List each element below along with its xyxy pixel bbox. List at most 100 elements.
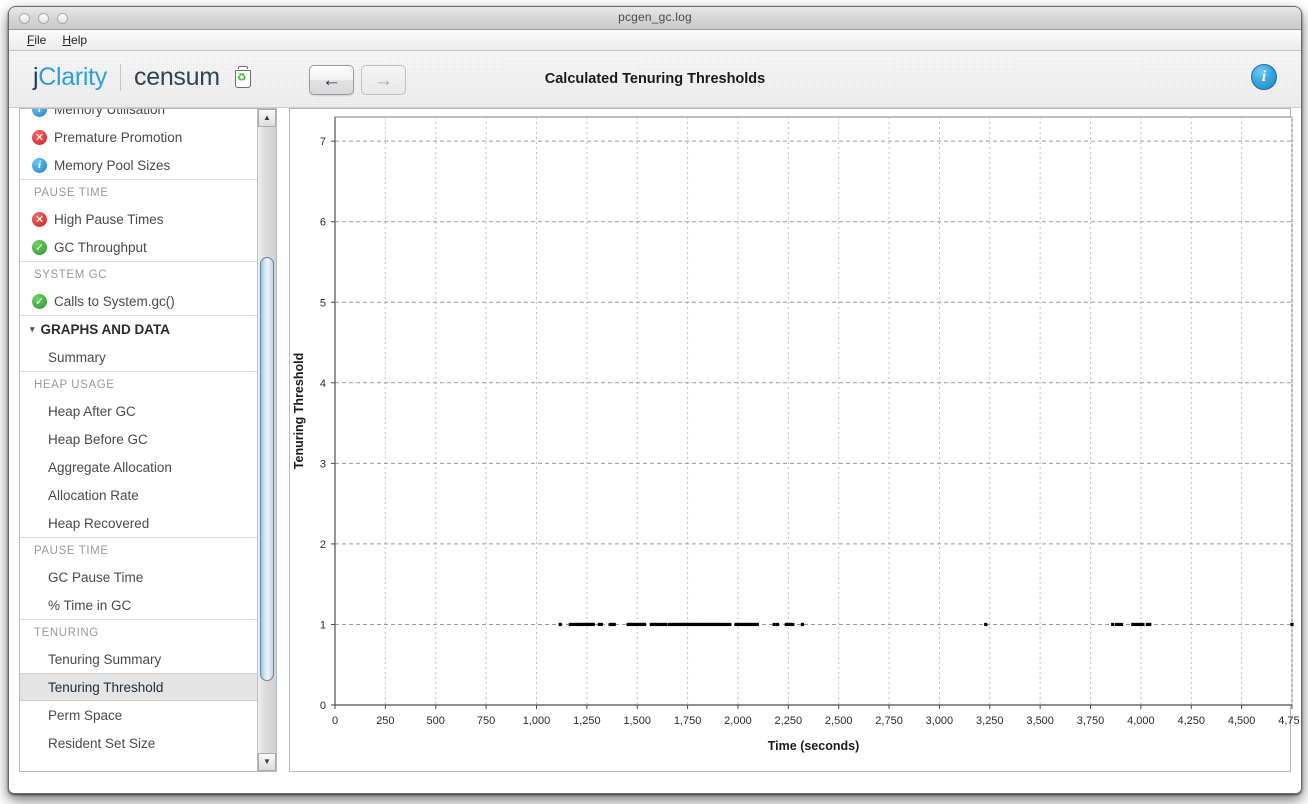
sidebar-item-resident-set-size[interactable]: Resident Set Size [20, 729, 258, 757]
chevron-down-icon: ▾ [30, 324, 35, 334]
x-tick-label: 4,250 [1177, 715, 1205, 727]
sidebar-item--time-in-gc[interactable]: % Time in GC [20, 591, 258, 619]
sidebar-item-heap-recovered[interactable]: Heap Recovered [20, 509, 258, 537]
data-point [642, 622, 647, 627]
tenuring-threshold-scatter-chart: 0 1 2 3 4 5 6 7 0 250 500 750 1,000 1,250 1,500 1,750 2,… [292, 116, 1300, 753]
sidebar-item-summary[interactable]: Summary [20, 343, 258, 371]
data-point [1141, 622, 1145, 627]
data-point [984, 622, 988, 627]
x-tick-label: 2,750 [875, 715, 903, 727]
data-point [772, 622, 776, 627]
x-tick-label: 250 [376, 715, 394, 727]
sidebar-section-label: TENURING [34, 626, 99, 639]
sidebar-group-label: GRAPHS AND DATA [40, 322, 171, 337]
x-tick-label: 2,250 [775, 715, 803, 727]
data-point [1148, 622, 1152, 627]
sidebar-section-heap-usage: HEAP USAGE [20, 371, 258, 397]
sidebar-item-memory-utilisation[interactable]: i Memory Utilisation [20, 109, 258, 123]
data-point [800, 622, 805, 627]
y-tick-label: 4 [320, 378, 326, 390]
data-point [591, 622, 595, 627]
sidebar-item-label: Heap Before GC [48, 431, 148, 447]
sidebar-item-gc-pause-time[interactable]: GC Pause Time [20, 563, 258, 591]
info-icon[interactable]: i [1251, 64, 1277, 90]
sidebar-item-label: GC Throughput [54, 239, 147, 255]
sidebar-section-tenuring: TENURING [20, 619, 258, 645]
caret-up-icon: ▲ [263, 113, 271, 122]
x-tick-label: 1,000 [523, 715, 551, 727]
y-tick-label: 0 [320, 700, 326, 712]
y-tick-label: 2 [320, 539, 326, 551]
sidebar-item-allocation-rate[interactable]: Allocation Rate [20, 481, 258, 509]
sidebar-section-pause-time: PAUSE TIME [20, 537, 258, 563]
x-tick-label: 750 [477, 715, 495, 727]
check-icon: ✓ [32, 239, 47, 255]
sidebar: i Memory Utilisation ✕ Premature Promotion i… [19, 108, 277, 772]
scrollbar-thumb[interactable] [260, 257, 274, 681]
data-point [728, 622, 732, 627]
sidebar-item-gc-throughput[interactable]: ✓ GC Throughput [20, 233, 258, 261]
menu-help[interactable]: Help [62, 33, 87, 47]
data-point [1290, 622, 1294, 627]
sidebar-item-tenuring-summary[interactable]: Tenuring Summary [20, 645, 258, 673]
sidebar-scrollbar[interactable]: ▲ ▼ [257, 109, 276, 771]
x-tick-label: 4,500 [1228, 715, 1256, 727]
app-toolbar: jClarity censum ♻ ← → Calculated Tenurin… [9, 51, 1301, 108]
x-tick-label: 3,750 [1077, 715, 1105, 727]
data-point [612, 622, 616, 627]
x-tick-label: 3,250 [976, 715, 1004, 727]
sidebar-item-aggregate-allocation[interactable]: Aggregate Allocation [20, 453, 258, 481]
sidebar-section-label: HEAP USAGE [34, 378, 115, 391]
data-point [558, 622, 562, 627]
sidebar-item-label: % Time in GC [48, 597, 132, 613]
sidebar-item-tenuring-threshold[interactable]: Tenuring Threshold [20, 673, 258, 701]
sidebar-item-label: Calls to System.gc() [54, 293, 175, 309]
data-point [570, 622, 574, 627]
x-tick-label: 1,250 [573, 715, 601, 727]
check-icon: ✓ [32, 293, 47, 309]
sidebar-item-label: Resident Set Size [48, 735, 156, 751]
sidebar-item-heap-after-gc[interactable]: Heap After GC [20, 397, 258, 425]
menu-file[interactable]: File [27, 33, 46, 47]
sidebar-section-label: PAUSE TIME [34, 186, 109, 199]
x-tick-label: 2,500 [825, 715, 853, 727]
sidebar-item-premature-promotion[interactable]: ✕ Premature Promotion [20, 123, 258, 151]
sidebar-item-label: Premature Promotion [54, 129, 183, 145]
sidebar-item-label: Aggregate Allocation [48, 459, 172, 475]
sidebar-item-label: Heap After GC [48, 403, 136, 419]
sidebar-item-calls-to-system-gc[interactable]: ✓ Calls to System.gc() [20, 287, 258, 315]
sidebar-section-system-gc: SYSTEM GC [20, 261, 258, 287]
data-point [1111, 622, 1115, 627]
sidebar-group-graphs-and-data[interactable]: ▾ GRAPHS AND DATA [20, 315, 258, 343]
data-point [791, 622, 795, 627]
y-tick-label: 1 [320, 619, 326, 631]
scroll-up-button[interactable]: ▲ [258, 109, 276, 127]
sidebar-item-label: Heap Recovered [48, 515, 150, 531]
chart-panel: 0 1 2 3 4 5 6 7 0 250 500 750 1,000 1,250 1,500 1,750 2,… [289, 108, 1300, 772]
sidebar-item-perm-space[interactable]: Perm Space [20, 701, 258, 729]
error-icon: ✕ [32, 129, 47, 145]
info-icon: i [32, 157, 47, 173]
plot-area: 0 1 2 3 4 5 6 7 0 250 500 750 1,000 1,250 1,500 1,750 2,… [290, 109, 1300, 771]
menu-file-rest: ile [34, 33, 47, 47]
y-tick-label: 5 [320, 297, 326, 309]
scroll-down-button[interactable]: ▼ [258, 753, 276, 771]
sidebar-section-label: PAUSE TIME [34, 544, 109, 557]
x-tick-label: 2,000 [724, 715, 752, 727]
y-tick-label: 6 [320, 217, 326, 229]
plot-frame [334, 116, 1293, 706]
sidebar-item-heap-before-gc[interactable]: Heap Before GC [20, 425, 258, 453]
main-body: i Memory Utilisation ✕ Premature Promotion i… [9, 108, 1301, 793]
data-point [775, 622, 780, 627]
sidebar-item-label: Tenuring Threshold [48, 679, 164, 695]
info-icon: i [32, 109, 47, 117]
data-point [664, 622, 668, 627]
sidebar-item-memory-pool-sizes[interactable]: i Memory Pool Sizes [20, 151, 258, 179]
x-axis-title: Time (seconds) [768, 739, 859, 753]
x-tick-label: 4,750 [1278, 715, 1300, 727]
sidebar-item-high-pause-times[interactable]: ✕ High Pause Times [20, 205, 258, 233]
sidebar-section-label: SYSTEM GC [34, 268, 108, 281]
data-point [1138, 622, 1142, 627]
x-tick-label: 0 [332, 715, 338, 727]
x-tick-label: 500 [427, 715, 445, 727]
